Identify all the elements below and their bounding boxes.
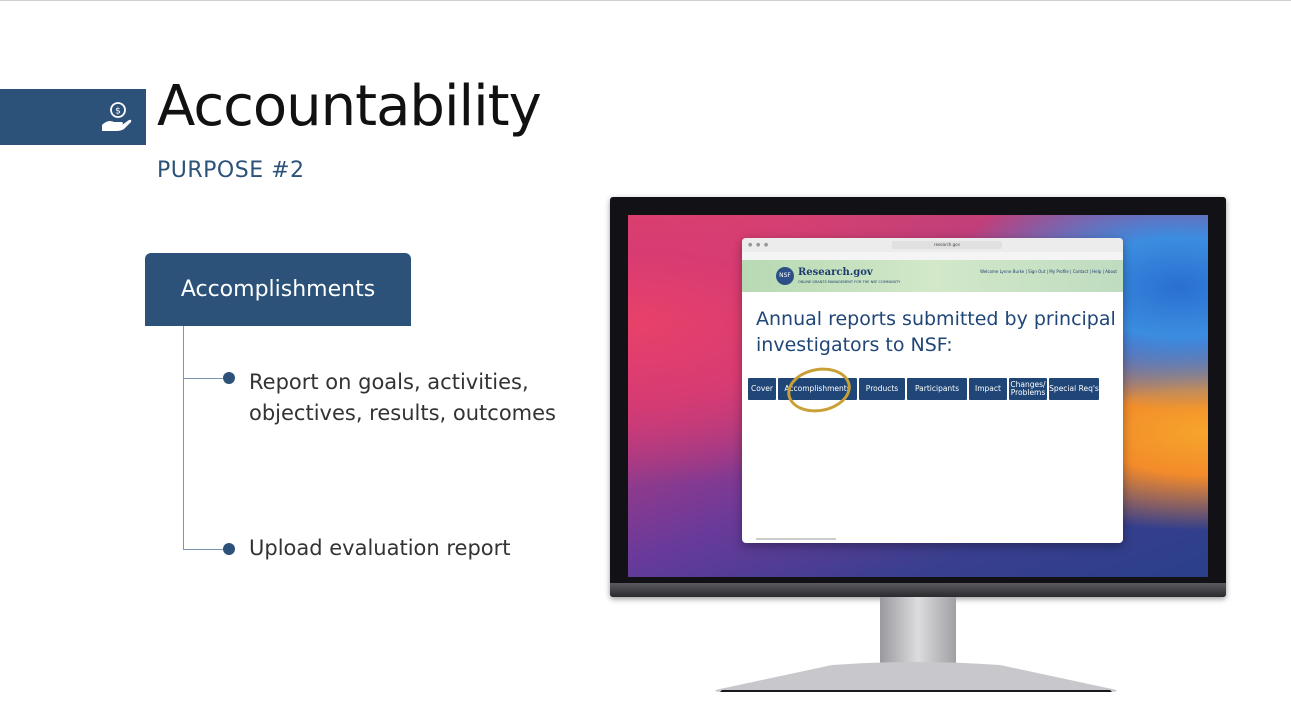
address-bar[interactable]: research.gov <box>892 241 1002 249</box>
page-subtitle: PURPOSE #2 <box>157 158 305 183</box>
page-footer <box>756 538 836 540</box>
svg-text:$: $ <box>115 107 121 117</box>
site-tagline: ONLINE GRANTS MANAGEMENT FOR THE NSF COM… <box>798 280 901 284</box>
page-headline: Annual reports submitted by principal in… <box>756 308 1116 356</box>
tab-impact[interactable]: Impact <box>969 378 1007 400</box>
tab-changes-problems[interactable]: Changes/ Problems <box>1009 378 1047 400</box>
monitor-bezel-bottom <box>610 583 1226 597</box>
accomplishments-box: Accomplishments <box>145 253 411 326</box>
bullet-item: Report on goals, activities, objectives,… <box>249 370 556 425</box>
site-logo-text[interactable]: Research.gov <box>798 267 873 278</box>
site-header: NSF Research.gov ONLINE GRANTS MANAGEMEN… <box>742 260 1123 292</box>
bullet-item: Upload evaluation report <box>249 536 511 560</box>
window-controls-icon[interactable]: ● ● ● <box>748 242 769 248</box>
tab-special-reqs[interactable]: Special Req's <box>1049 378 1099 400</box>
tree-line <box>183 326 184 550</box>
monitor-stand-neck <box>880 597 956 667</box>
accomplishments-label: Accomplishments <box>180 277 376 302</box>
bullet-dot <box>223 372 235 384</box>
tab-participants[interactable]: Participants <box>907 378 967 400</box>
hand-holding-dollar-icon: $ <box>95 96 137 138</box>
tab-products[interactable]: Products <box>859 378 905 400</box>
bullet-dot <box>223 543 235 555</box>
page-title: Accountability <box>157 74 542 139</box>
nsf-logo-icon: NSF <box>776 267 794 285</box>
slide: $ Accountability PURPOSE #2 Accomplishme… <box>0 0 1291 722</box>
browser-toolbar: ● ● ● research.gov <box>742 238 1123 253</box>
header-links[interactable]: Welcome Lynne Burke | Sign Out | My Prof… <box>980 269 1117 274</box>
monitor-stand-base <box>715 662 1117 692</box>
tab-cover[interactable]: Cover <box>748 378 776 400</box>
